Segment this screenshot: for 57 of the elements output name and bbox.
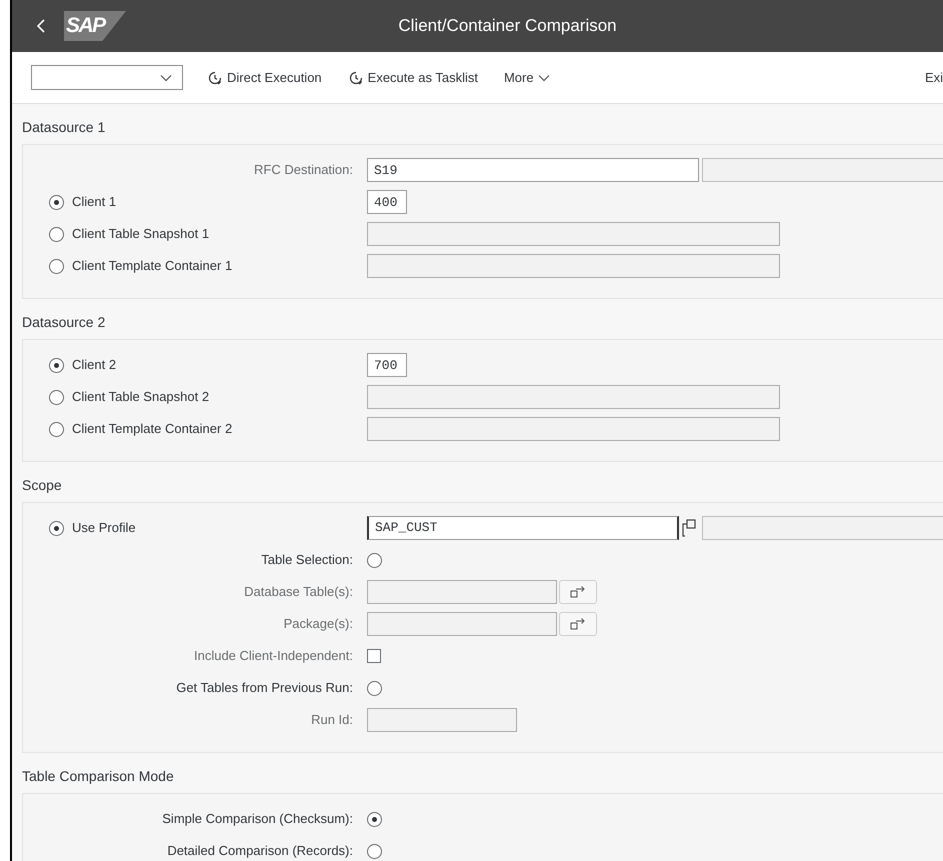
radio-button[interactable] (367, 812, 382, 826)
radio-label: Client 1 (72, 193, 116, 212)
input-field[interactable] (367, 580, 557, 604)
radio-button[interactable] (49, 422, 64, 436)
radio-button[interactable] (49, 194, 64, 210)
radio-button[interactable] (49, 358, 64, 372)
sap-logo: SAP (64, 11, 126, 41)
input-field[interactable] (367, 708, 517, 732)
field-label: RFC Destination: (254, 161, 353, 180)
field-label: Simple Comparison (Checksum): (162, 810, 353, 828)
field-label: Table Selection: (261, 551, 353, 570)
input-field[interactable] (367, 417, 780, 441)
radio-button[interactable] (367, 844, 382, 858)
field-label: Run Id: (311, 711, 353, 730)
dropdown-field[interactable] (31, 65, 183, 90)
input-field[interactable]: 700 (367, 353, 407, 377)
input-field[interactable] (367, 385, 780, 409)
radio-label: Client 2 (72, 356, 116, 374)
arrow-out-icon (570, 585, 586, 599)
radio-label: Use Profile (72, 519, 136, 538)
radio-button[interactable] (49, 390, 64, 404)
section-title: Datasource 2 (22, 313, 106, 332)
radio-label: Client Template Container 2 (72, 420, 232, 438)
profile-field[interactable]: SAP_CUST (367, 516, 679, 540)
arrow-out-icon (570, 617, 586, 631)
section-title: Table Comparison Mode (22, 767, 174, 786)
input-field[interactable]: 400 (367, 190, 407, 214)
more-menu-button[interactable]: More (504, 68, 550, 88)
radio-label: Client Table Snapshot 2 (72, 388, 210, 406)
radio-button[interactable] (49, 226, 64, 242)
input-field[interactable] (367, 222, 780, 246)
radio-label: Client Table Snapshot 1 (72, 225, 210, 244)
field-label: Include Client-Independent: (194, 647, 353, 666)
field-label: Database Table(s): (244, 583, 353, 602)
exit-button[interactable]: Exi (924, 68, 943, 88)
field-label: Get Tables from Previous Run: (176, 679, 353, 698)
toolbar-button[interactable]: Execute as Tasklist (348, 68, 478, 88)
multiple-selection-button[interactable] (559, 580, 597, 604)
input-field[interactable] (367, 254, 780, 278)
window-title: Client/Container Comparison (398, 15, 617, 38)
toolbar-button[interactable]: Direct Execution (207, 68, 322, 88)
radio-button[interactable] (49, 520, 64, 536)
section-title: Scope (22, 476, 62, 495)
radio-button[interactable] (49, 258, 64, 274)
input-field[interactable] (367, 612, 557, 636)
chevron-down-icon (160, 74, 172, 82)
radio-button[interactable] (367, 552, 382, 568)
radio-button[interactable] (367, 680, 382, 696)
chevron-down-icon (538, 74, 550, 82)
radio-label: Client Template Container 1 (72, 257, 232, 276)
clock-icon (207, 70, 223, 86)
multiple-selection-button[interactable] (559, 612, 597, 636)
back-icon[interactable] (36, 18, 46, 34)
field-label: Detailed Comparison (Records): (167, 842, 353, 860)
section-title: Datasource 1 (22, 118, 106, 137)
clock-icon (348, 70, 364, 86)
field-label: Package(s): (284, 615, 353, 634)
